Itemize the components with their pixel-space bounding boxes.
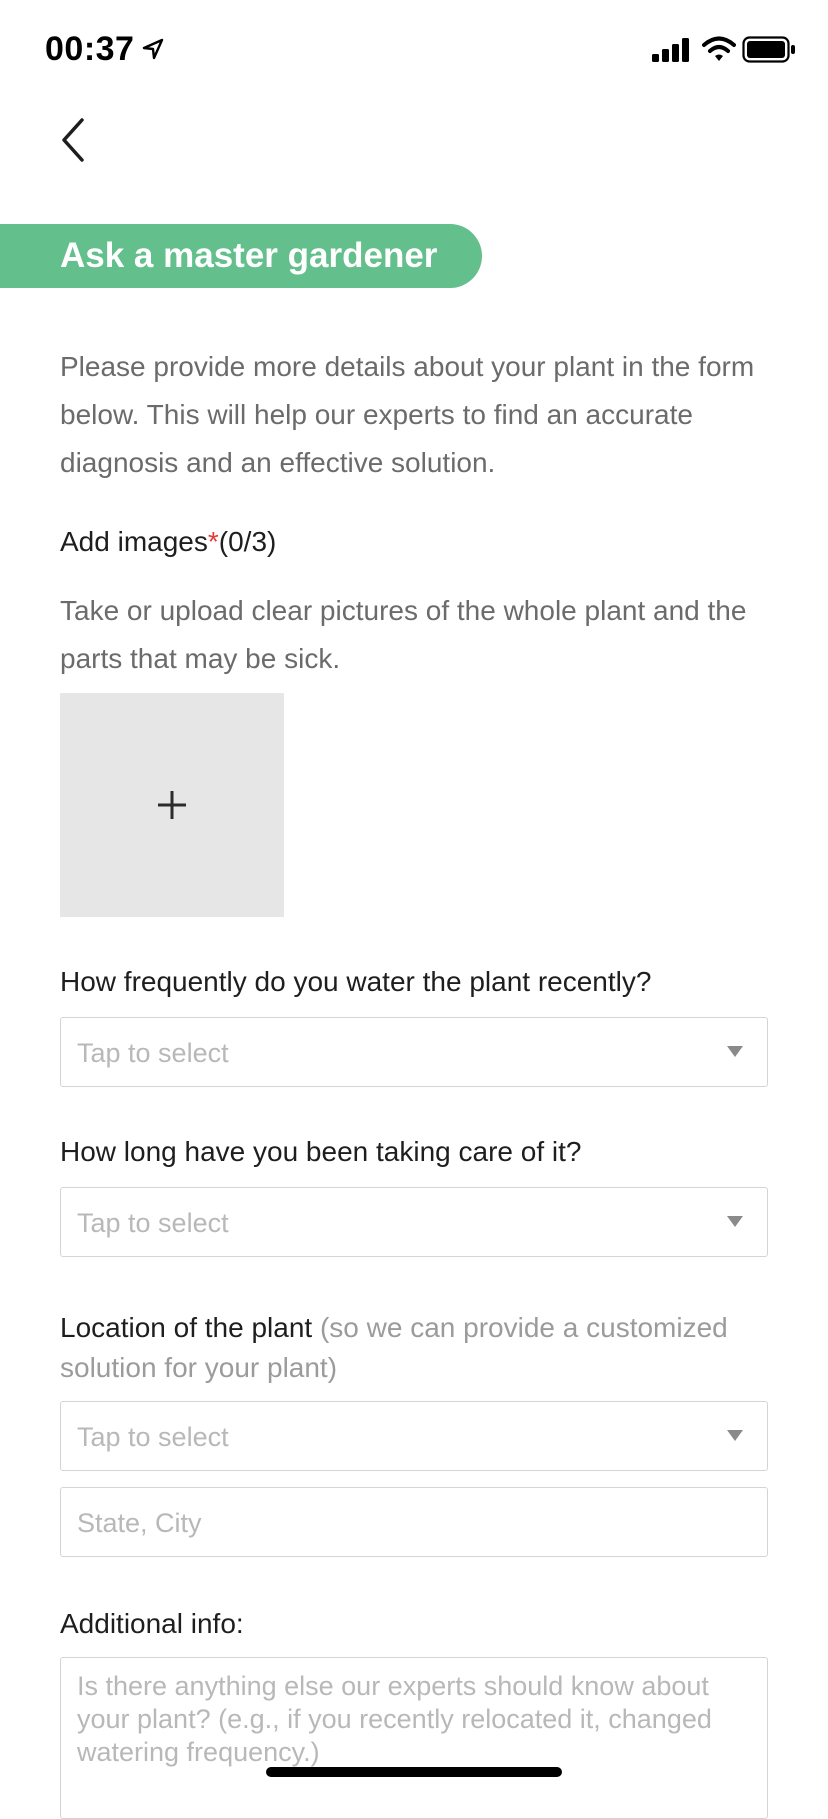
watering-select[interactable]: Tap to select	[60, 1017, 768, 1087]
add-image-button[interactable]	[60, 693, 284, 917]
status-bar: 00:37	[0, 0, 828, 100]
caret-down-icon	[727, 1046, 743, 1057]
required-mark: *	[207, 526, 219, 557]
caret-down-icon	[727, 1216, 743, 1227]
care-duration-placeholder: Tap to select	[77, 1208, 229, 1238]
signal-icon	[652, 38, 689, 62]
battery-icon	[742, 36, 795, 63]
page-title: Ask a master gardener	[60, 236, 438, 275]
care-duration-select[interactable]: Tap to select	[60, 1187, 768, 1257]
add-images-label-text: Add images	[60, 526, 208, 557]
location-label-text: Location of the plant	[60, 1312, 313, 1343]
state-city-placeholder: State, City	[77, 1508, 202, 1538]
add-images-label: Add images*(0/3)	[60, 526, 276, 558]
back-button[interactable]	[50, 112, 100, 168]
caret-down-icon	[727, 1430, 743, 1441]
images-hint: Take or upload clear pictures of the who…	[60, 595, 747, 674]
watering-label: How frequently do you water the plant re…	[60, 966, 652, 997]
plus-icon	[158, 791, 186, 819]
additional-info-placeholder: Is there anything else our experts shoul…	[77, 1671, 712, 1767]
location-select[interactable]: Tap to select	[60, 1401, 768, 1471]
additional-info-label: Additional info:	[60, 1608, 244, 1639]
location-arrow-icon	[142, 38, 164, 60]
wifi-icon	[702, 36, 736, 61]
state-city-input[interactable]: State, City	[60, 1487, 768, 1557]
care-duration-label: How long have you been taking care of it…	[60, 1136, 582, 1167]
intro-text: Please provide more details about your p…	[60, 351, 755, 478]
image-count: (0/3)	[218, 526, 277, 557]
watering-placeholder: Tap to select	[77, 1038, 229, 1068]
additional-info-textarea[interactable]: Is there anything else our experts shoul…	[60, 1657, 768, 1819]
location-label: Location of the plant (so we can provide…	[60, 1308, 780, 1388]
status-time: 00:37	[45, 30, 135, 68]
title-banner: Ask a master gardener	[0, 224, 482, 288]
home-indicator	[266, 1767, 562, 1777]
location-placeholder: Tap to select	[77, 1422, 229, 1452]
